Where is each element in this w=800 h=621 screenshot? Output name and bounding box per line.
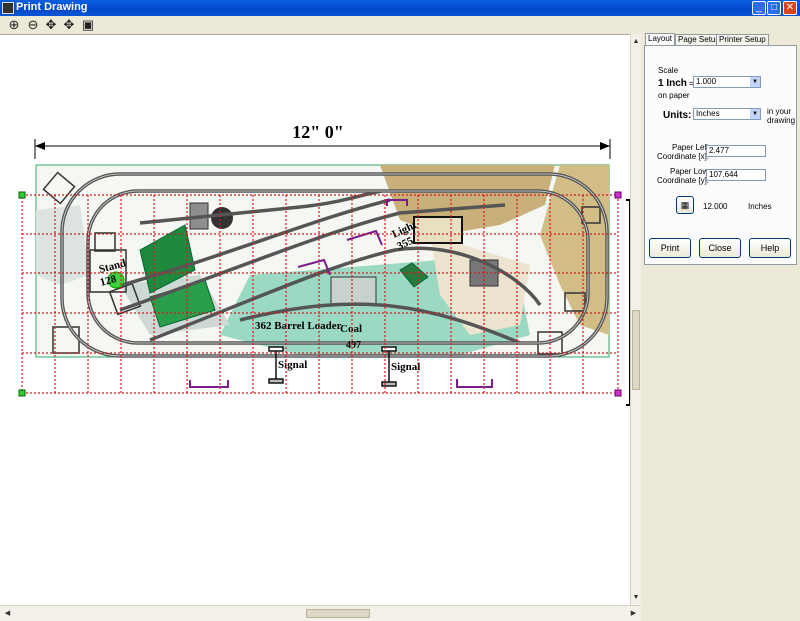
horizontal-scroll-thumb[interactable]: [306, 609, 370, 618]
maximize-button[interactable]: □: [767, 1, 781, 15]
dimension-label: 12" 0": [292, 122, 344, 142]
vertical-scrollbar[interactable]: ▲ ▼: [630, 34, 641, 605]
paper-left-input[interactable]: 2.477: [706, 145, 766, 157]
paper-left-label-2: Coordinate [x]:: [657, 152, 710, 161]
coal-label: Coal: [340, 323, 362, 335]
signal-label-2: Signal: [391, 361, 420, 373]
scale-select[interactable]: 1.000 ▼: [693, 76, 761, 88]
print-button[interactable]: Print: [649, 238, 691, 258]
depot-building: [413, 216, 463, 244]
vertical-scroll-thumb[interactable]: [632, 310, 640, 390]
layout-tab-page: Scale 1 Inch = 1.000 ▼ on paper Units: I…: [644, 45, 797, 265]
scroll-up-icon[interactable]: ▲: [631, 36, 641, 47]
units-select-value: Inches: [696, 109, 720, 118]
scale-label: Scale: [658, 66, 679, 75]
units-select[interactable]: Inches ▼: [693, 108, 761, 120]
barrel-loader-label: 362 Barrel Loader: [255, 320, 342, 332]
drawing-canvas[interactable]: 12" 0" Stand 128 Light 355 362 Barrel Lo…: [0, 34, 630, 605]
size-value: 12.000: [703, 202, 728, 211]
help-button[interactable]: Help: [749, 238, 791, 258]
print-settings-panel: Layout Page Setup Printer Setup Scale 1 …: [641, 33, 800, 621]
on-paper-label: on paper: [658, 91, 690, 100]
app-icon: [2, 2, 14, 14]
chevron-down-icon[interactable]: ▼: [750, 77, 760, 87]
in-your-label: in your: [767, 107, 792, 116]
fit-page-icon[interactable]: ▣: [80, 17, 96, 33]
chevron-down-icon[interactable]: ▼: [750, 109, 760, 119]
horizontal-scrollbar[interactable]: ◀ ▶: [0, 605, 641, 621]
grid-icon[interactable]: ▦: [676, 196, 694, 214]
pan-icon[interactable]: ✥: [43, 17, 59, 33]
toolbar: ⊕ ⊖ ✥ ✥ ▣: [0, 16, 800, 34]
paper-lower-input[interactable]: 107.644: [706, 169, 766, 181]
close-window-button[interactable]: ✕: [783, 1, 797, 15]
coal-tipple: [330, 276, 377, 306]
title-bar: Print Drawing _ □ ✕: [0, 0, 800, 16]
layout-drawing: 12" 0" Stand 128 Light 355 362 Barrel Lo…: [18, 122, 630, 406]
scroll-down-icon[interactable]: ▼: [631, 592, 641, 603]
signal-label-1: Signal: [278, 359, 307, 371]
one-inch-label: 1 Inch: [658, 78, 687, 89]
handle-bottom-right[interactable]: [614, 389, 622, 397]
close-button[interactable]: Close: [699, 238, 741, 258]
scroll-right-icon[interactable]: ▶: [628, 608, 639, 620]
window-title: Print Drawing: [16, 1, 88, 13]
zoom-in-icon[interactable]: ⊕: [6, 17, 22, 33]
zoom-out-icon[interactable]: ⊖: [25, 17, 41, 33]
scroll-left-icon[interactable]: ◀: [2, 608, 13, 620]
handle-bottom-left[interactable]: [18, 389, 26, 397]
units-label: Units:: [663, 110, 692, 121]
scale-select-value: 1.000: [696, 77, 717, 86]
dimension-line: [34, 139, 611, 159]
drawing-label: drawing: [767, 116, 796, 125]
paper-lower-label-2: Coordinate [y]:: [657, 176, 710, 185]
paper-left-label-1: Paper Left: [672, 143, 709, 152]
coal-number: 497: [346, 340, 361, 351]
handle-top-left[interactable]: [18, 191, 26, 199]
handle-top-right[interactable]: [614, 191, 622, 199]
size-units: Inches: [748, 202, 772, 211]
water-tank: [211, 207, 233, 229]
move-icon[interactable]: ✥: [61, 17, 77, 33]
minimize-button[interactable]: _: [752, 1, 766, 15]
